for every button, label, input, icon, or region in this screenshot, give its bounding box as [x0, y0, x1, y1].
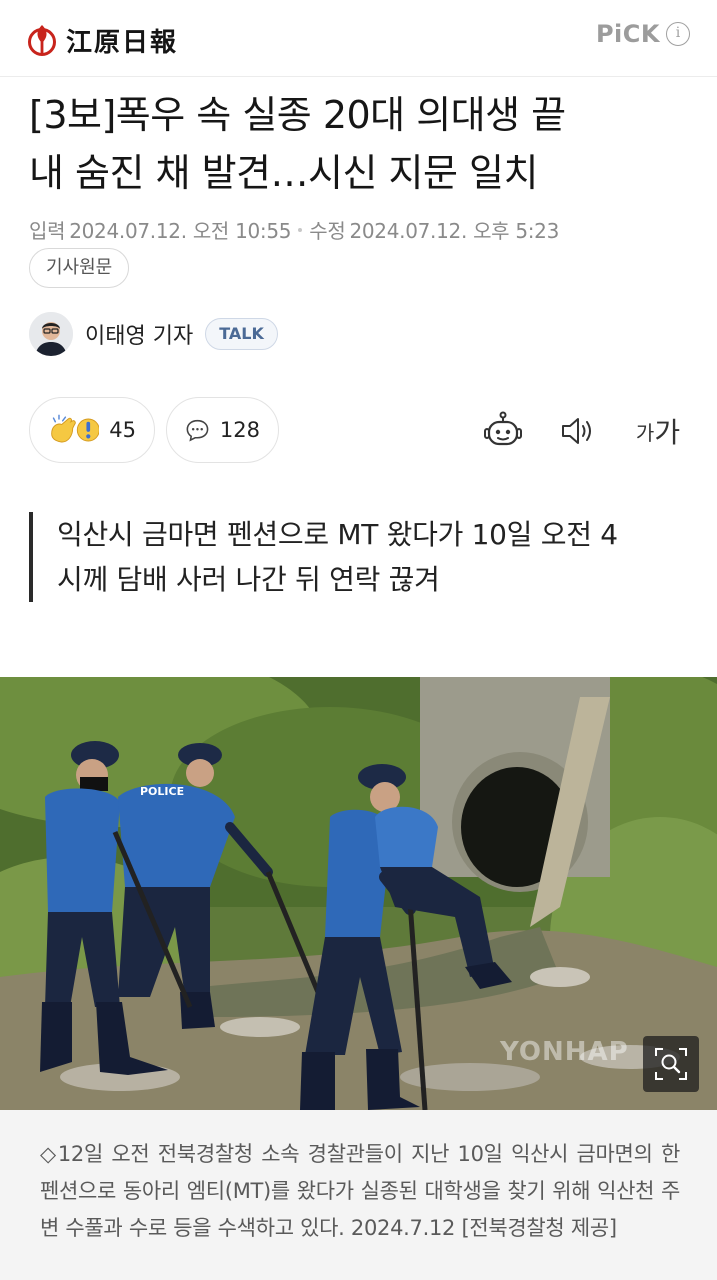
subhead-line-2: 시께 담배 사러 나간 뒤 연락 끊겨 [57, 563, 440, 596]
avatar-photo-icon [29, 312, 73, 356]
reporter-name[interactable]: 이태영 기자 [85, 318, 193, 350]
photo-watermark: YONHAP [500, 1037, 629, 1067]
article-headline: [3보]폭우 속 실종 20대 의대생 끝 내 숨진 채 발견…시신 지문 일치 [29, 86, 689, 202]
speaker-tts-icon [562, 418, 591, 444]
headline-line-1: [3보]폭우 속 실종 20대 의대생 끝 [29, 93, 566, 137]
input-label: 입력 [29, 219, 66, 243]
modified-datetime: 2024.07.12. 오후 5:23 [349, 219, 560, 243]
modified-label: 수정 [309, 219, 346, 243]
reaction-count: 45 [109, 418, 136, 442]
original-article-button[interactable]: 기사원문 [29, 248, 130, 288]
comment-count: 128 [219, 418, 260, 442]
newspaper-logo[interactable]: 江原日報 [26, 22, 178, 58]
talk-badge[interactable]: TALK [205, 318, 278, 350]
image-zoom-icon [655, 1048, 687, 1080]
info-icon[interactable]: i [666, 22, 690, 46]
article-subheading: 익산시 금마면 펜션으로 MT 왔다가 10일 오전 4 시께 담배 사러 나간… [29, 512, 679, 602]
reaction-button[interactable]: 45 [29, 397, 155, 463]
pick-badge[interactable]: PiCK i [596, 20, 690, 48]
clap-exclaim-emoji-icon [51, 414, 100, 443]
pick-label: PiCK [595, 20, 660, 48]
reporter-row[interactable]: 이태영 기자 TALK [29, 312, 278, 356]
font-size-big-label: 가 [654, 416, 681, 449]
text-to-speech-button[interactable] [556, 404, 600, 458]
logo-mark-icon [28, 25, 56, 56]
meta-separator [298, 227, 303, 232]
article-meta: 입력 2024.07.12. 오전 10:55 수정 2024.07.12. 오… [29, 215, 559, 244]
top-header: 江原日報 PiCK i [0, 0, 717, 77]
comment-button[interactable]: 128 [166, 397, 279, 463]
logo-text: 江原日報 [66, 27, 179, 58]
input-datetime: 2024.07.12. 오전 10:55 [69, 219, 292, 243]
image-zoom-button[interactable] [643, 1036, 699, 1092]
robot-summary-icon [484, 411, 522, 446]
article-photo[interactable]: POLICE YONHAP [0, 677, 717, 1110]
subhead-line-1: 익산시 금마면 펜션으로 MT 왔다가 10일 오전 4 [57, 518, 618, 551]
photo-caption: ◇12일 오전 전북경찰청 소속 경찰관들이 지난 10일 익산시 금마면의 한… [0, 1110, 717, 1280]
police-text: POLICE [140, 785, 184, 798]
font-size-small-label: 가 [635, 420, 655, 445]
font-size-button[interactable]: 가가 [630, 404, 686, 458]
caption-text: ◇12일 오전 전북경찰청 소속 경찰관들이 지난 10일 익산시 금마면의 한… [40, 1142, 680, 1240]
summary-robot-button[interactable] [478, 404, 528, 458]
reporter-avatar[interactable] [29, 312, 73, 356]
headline-line-2: 내 숨진 채 발견…시신 지문 일치 [29, 151, 538, 195]
speech-bubble-icon [186, 419, 209, 442]
